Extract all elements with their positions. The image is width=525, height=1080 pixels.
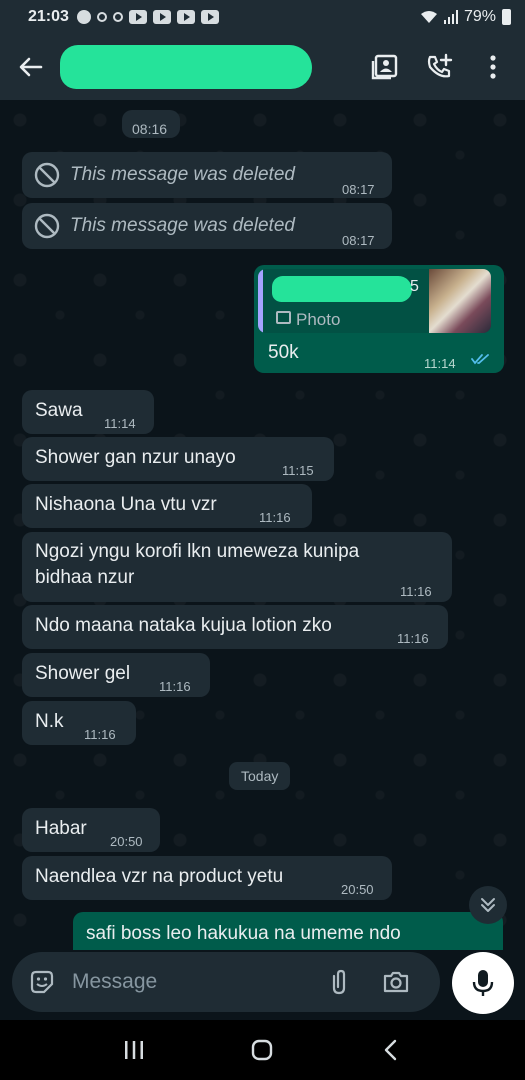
- message-time: 11:16: [84, 727, 116, 742]
- deleted-message[interactable]: This message was deleted 08:17: [22, 152, 392, 198]
- incoming-message[interactable]: Sawa 11:14: [22, 390, 154, 434]
- youtube-icon: [128, 10, 147, 24]
- message-list[interactable]: 08:16 This message was deleted 08:17 Thi…: [0, 100, 525, 950]
- message-text: Shower gan nzur unayo: [35, 447, 236, 468]
- quoted-name-redacted: [272, 276, 412, 302]
- status-bar: 21:03 79%: [0, 0, 525, 34]
- outgoing-message[interactable]: safi boss leo hakukua na umeme ndo: [73, 912, 503, 950]
- incoming-message[interactable]: Habar 20:50: [22, 808, 160, 852]
- messenger-icon: [112, 12, 123, 22]
- message-input[interactable]: [72, 970, 322, 994]
- youtube-icon: [200, 10, 219, 24]
- quoted-media-label: Photo: [296, 310, 341, 329]
- back-button[interactable]: [16, 52, 46, 82]
- message-text: Ndo maana nataka kujua lotion zko: [35, 615, 332, 636]
- message-text: Nishaona Una vtu vzr: [35, 494, 217, 515]
- contact-card-icon: [371, 54, 398, 80]
- system-navigation-bar: [0, 1020, 525, 1080]
- message-time: 11:14: [424, 356, 456, 371]
- message-text-line1: Ngozi yngu korofi lkn umeweza kunipa: [35, 541, 360, 562]
- message-time: 20:50: [341, 882, 374, 897]
- message-time: 11:16: [259, 510, 291, 525]
- recent-apps-button[interactable]: [114, 1030, 154, 1070]
- notification-icons: [76, 10, 219, 24]
- chevron-left-icon: [384, 1039, 397, 1061]
- ban-icon: [34, 213, 60, 239]
- message-text: 50k: [268, 342, 299, 363]
- signal-icon: [443, 10, 458, 24]
- photo-icon: [276, 311, 291, 324]
- recents-icon: [125, 1041, 144, 1059]
- reply-quote[interactable]: 5 Photo: [258, 269, 491, 333]
- quoted-name-tail: 5: [410, 278, 419, 295]
- scroll-to-bottom-button[interactable]: [469, 886, 507, 924]
- phone-plus-icon: [427, 53, 453, 78]
- message-text: This message was deleted: [70, 164, 295, 185]
- message-time: 11:16: [159, 679, 191, 694]
- app-notification-icon: [96, 12, 107, 22]
- date-separator: Today: [229, 762, 291, 790]
- message-text: Habar: [35, 818, 87, 839]
- photo-thumbnail[interactable]: [429, 269, 491, 333]
- double-chevron-down-icon: [481, 898, 495, 912]
- arrow-left-icon: [19, 57, 43, 77]
- message-time: 08:17: [342, 182, 375, 197]
- incoming-message[interactable]: Shower gel 11:16: [22, 653, 210, 697]
- message-time: 11:16: [400, 584, 432, 599]
- video-call-button[interactable]: [371, 53, 399, 81]
- home-button[interactable]: [242, 1030, 282, 1070]
- message-time: 11:14: [104, 416, 136, 431]
- ban-icon: [34, 162, 60, 188]
- message-composer: [12, 952, 440, 1012]
- quote-bar: [258, 269, 263, 333]
- message-time: 11:16: [397, 631, 429, 646]
- camera-icon[interactable]: [382, 968, 410, 996]
- more-vert-icon: [490, 55, 496, 79]
- battery-percent: 79%: [463, 8, 496, 25]
- message-text: Sawa: [35, 400, 83, 421]
- incoming-message[interactable]: N.k 11:16: [22, 701, 136, 745]
- add-call-button[interactable]: [425, 53, 453, 81]
- incoming-message[interactable]: Naendlea vzr na product yetu 20:50: [22, 856, 392, 900]
- wifi-icon: [420, 11, 437, 23]
- home-icon: [252, 1039, 273, 1061]
- message-text-line2: bidhaa nzur: [35, 567, 135, 588]
- contact-name-redacted[interactable]: [60, 45, 312, 89]
- microphone-icon: [472, 970, 494, 996]
- paperclip-icon[interactable]: [326, 968, 352, 996]
- more-options-button[interactable]: [479, 53, 507, 81]
- back-nav-button[interactable]: [371, 1030, 411, 1070]
- incoming-message[interactable]: Ndo maana nataka kujua lotion zko 11:16: [22, 605, 448, 649]
- chat-header: [0, 34, 525, 100]
- message-bubble[interactable]: 08:16: [122, 110, 180, 138]
- incoming-message[interactable]: Shower gan nzur unayo 11:15: [22, 437, 334, 481]
- youtube-icon: [152, 10, 171, 24]
- read-ticks-icon: [471, 354, 489, 365]
- message-text: N.k: [35, 711, 64, 732]
- message-text: safi boss leo hakukua na umeme ndo: [86, 923, 401, 944]
- status-time: 21:03: [28, 8, 69, 25]
- facebook-icon: [76, 10, 91, 24]
- outgoing-message[interactable]: 5 Photo 50k 11:14: [254, 265, 504, 373]
- incoming-message[interactable]: Ngozi yngu korofi lkn umeweza kunipa bid…: [22, 532, 452, 602]
- system-indicators: 79%: [420, 8, 511, 26]
- message-time: 11:15: [282, 463, 314, 478]
- message-text: Shower gel: [35, 663, 131, 684]
- incoming-message[interactable]: Nishaona Una vtu vzr 11:16: [22, 484, 312, 528]
- message-text: This message was deleted: [70, 215, 295, 236]
- message-text: Naendlea vzr na product yetu: [35, 866, 284, 887]
- message-time: 08:17: [342, 233, 375, 248]
- deleted-message[interactable]: This message was deleted 08:17: [22, 203, 392, 249]
- voice-message-button[interactable]: [452, 952, 514, 1014]
- battery-icon: [502, 9, 511, 25]
- message-time: 08:16: [132, 121, 168, 137]
- youtube-icon: [176, 10, 195, 24]
- message-time: 20:50: [110, 834, 143, 849]
- emoji-sticker-icon[interactable]: [28, 968, 56, 996]
